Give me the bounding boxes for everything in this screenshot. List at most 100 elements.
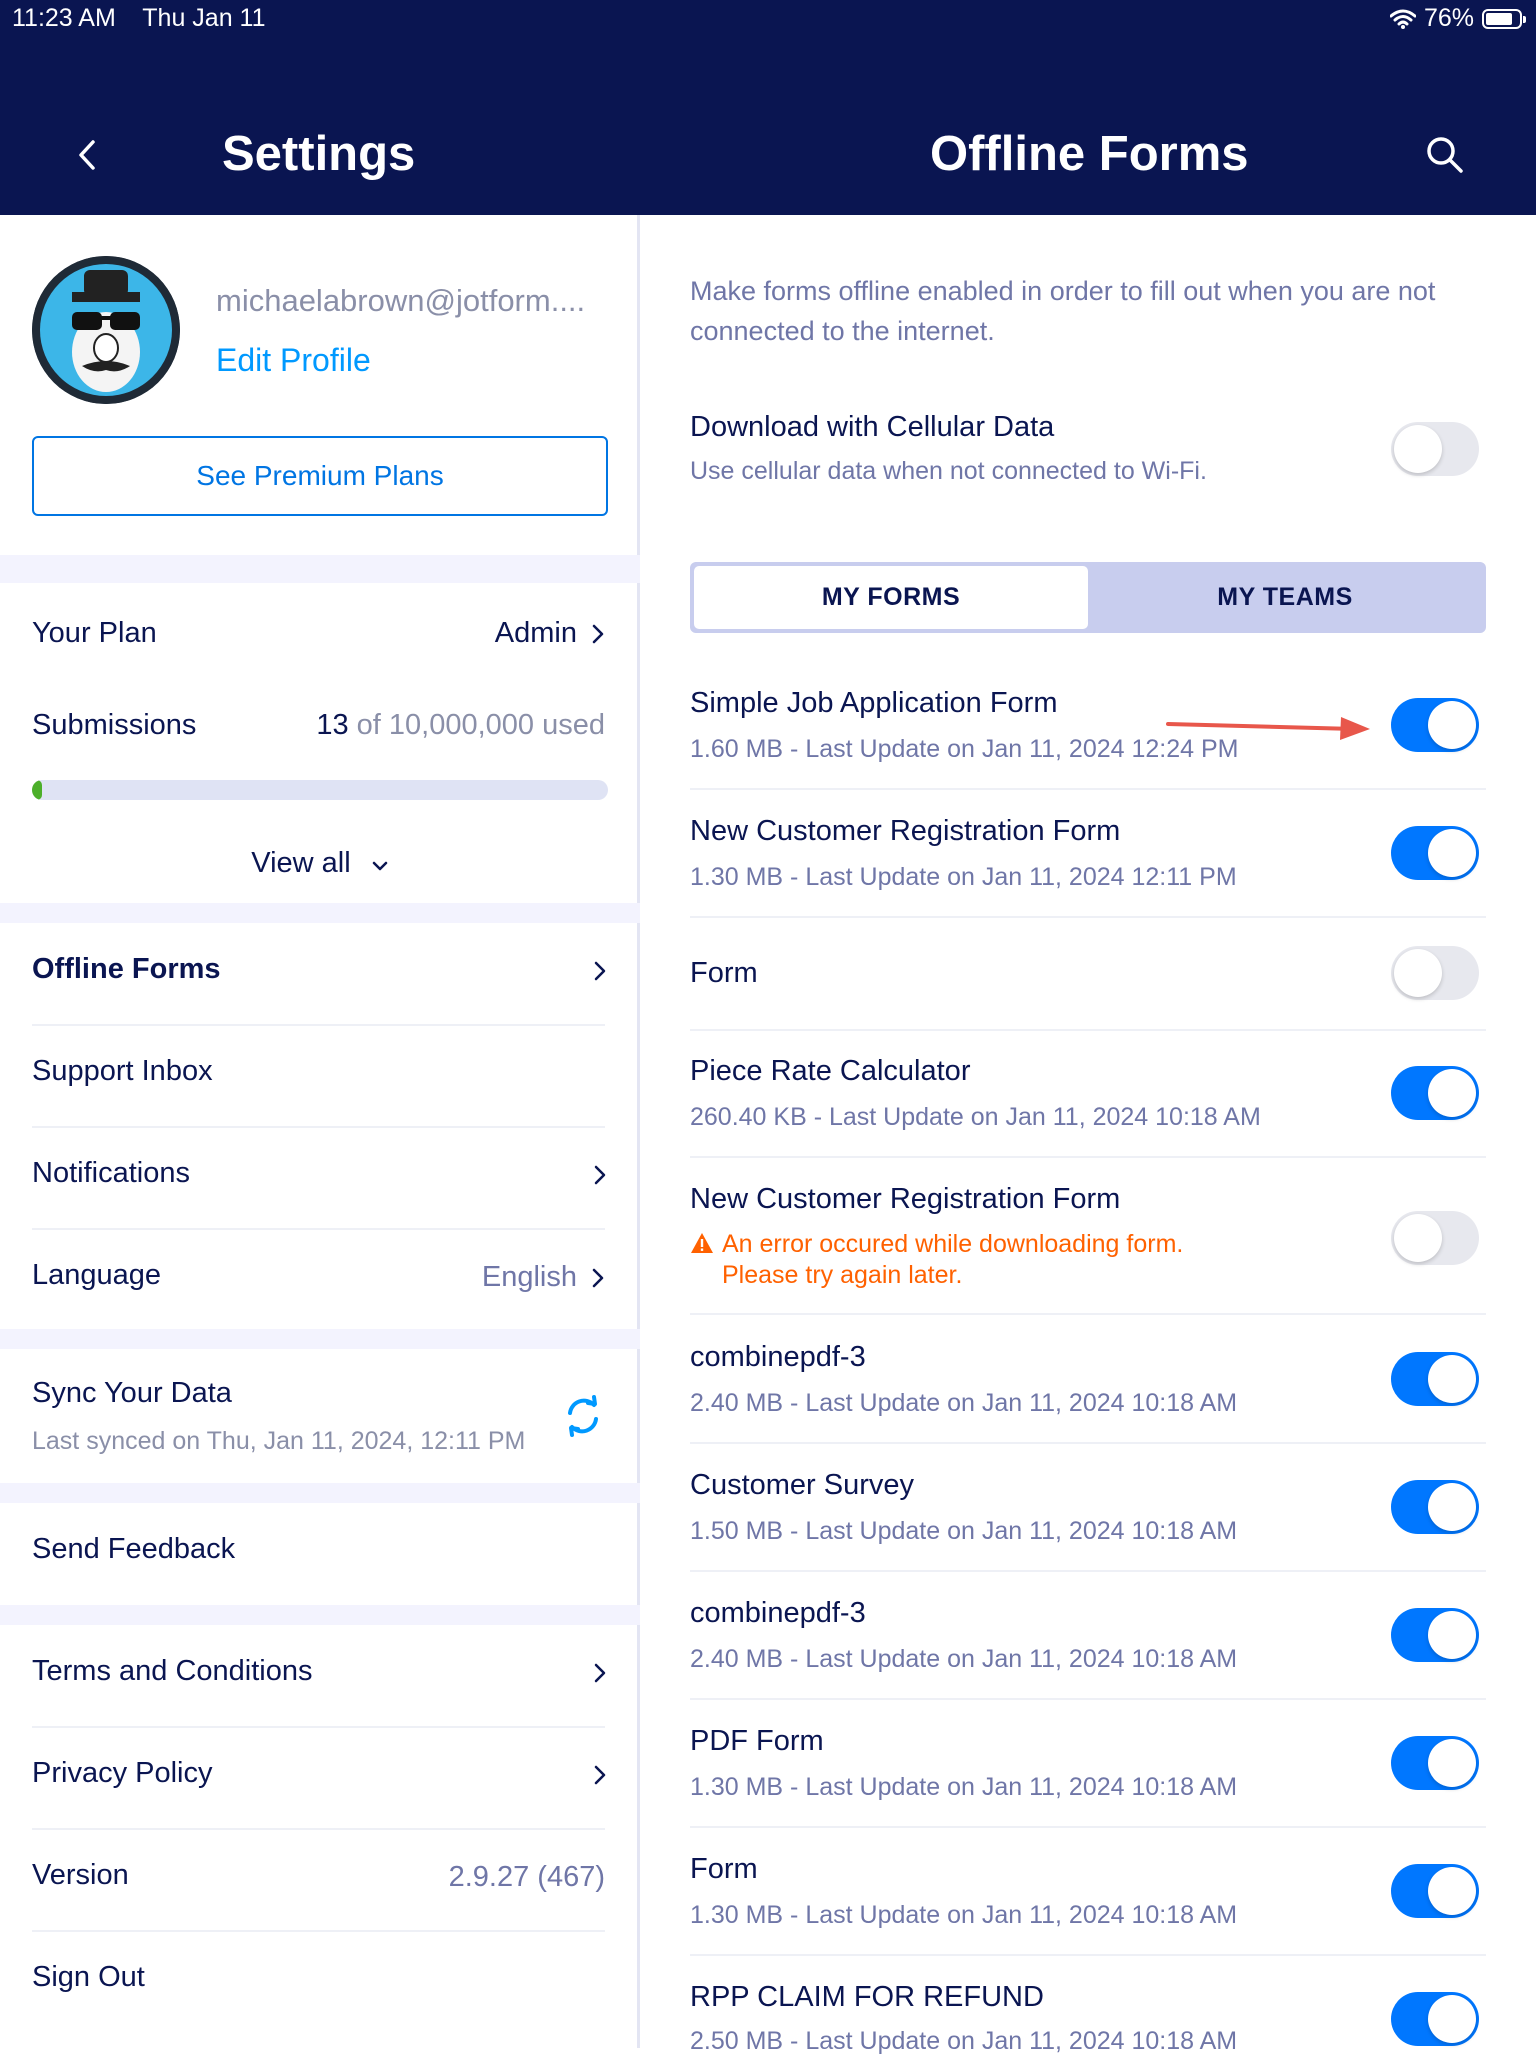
battery-level bbox=[1486, 12, 1512, 25]
chevron-left-icon bbox=[79, 140, 95, 170]
form-meta: 2.40 MB - Last Update on Jan 11, 2024 10… bbox=[690, 1389, 1238, 1417]
section-separator bbox=[0, 1329, 640, 1349]
divider bbox=[690, 1698, 1486, 1700]
status-date: Thu Jan 11 bbox=[142, 4, 266, 32]
menu-privacy-policy[interactable]: Privacy Policy bbox=[32, 1757, 213, 1790]
form-offline-toggle[interactable] bbox=[1391, 1736, 1479, 1790]
divider bbox=[690, 1156, 1486, 1158]
view-all-label: View all bbox=[251, 847, 351, 879]
divider bbox=[32, 1126, 605, 1128]
battery-percent: 76% bbox=[1423, 4, 1474, 32]
your-plan-row[interactable]: Admin bbox=[495, 617, 605, 650]
menu-notifications[interactable]: Notifications bbox=[32, 1157, 190, 1190]
form-title: New Customer Registration Form bbox=[690, 1183, 1121, 1215]
menu-language[interactable]: Language bbox=[32, 1259, 161, 1292]
chevron-right-icon bbox=[592, 1268, 604, 1287]
form-title: combinepdf-3 bbox=[690, 1597, 866, 1629]
form-title: Form bbox=[690, 957, 758, 989]
form-offline-toggle[interactable] bbox=[1391, 826, 1479, 880]
form-error-line2: Please try again later. bbox=[722, 1261, 963, 1289]
menu-support-inbox[interactable]: Support Inbox bbox=[32, 1055, 213, 1088]
divider bbox=[690, 1954, 1486, 1956]
divider bbox=[32, 1930, 605, 1932]
profile-email: michaelabrown@jotform.... bbox=[216, 283, 586, 318]
form-meta: 1.60 MB - Last Update on Jan 11, 2024 12… bbox=[690, 735, 1239, 763]
divider bbox=[690, 1570, 1486, 1572]
sign-out-button[interactable]: Sign Out bbox=[32, 1961, 145, 1994]
top-bar: 11:23 AM Thu Jan 11 76% Settings Offline… bbox=[0, 0, 1536, 215]
menu-send-feedback[interactable]: Send Feedback bbox=[32, 1533, 235, 1566]
status-bar-right: 76% bbox=[1389, 4, 1526, 33]
form-title: Piece Rate Calculator bbox=[690, 1055, 971, 1087]
chevron-right-icon bbox=[592, 624, 604, 643]
submissions-count: 13 of 10,000,000 used bbox=[316, 709, 605, 742]
form-error-line1: An error occured while downloading form. bbox=[722, 1230, 1184, 1258]
settings-panel: michaelabrown@jotform.... Edit Profile S… bbox=[0, 215, 640, 2048]
form-offline-toggle[interactable] bbox=[1391, 946, 1479, 1000]
form-offline-toggle[interactable] bbox=[1391, 1352, 1479, 1406]
form-title: New Customer Registration Form bbox=[690, 815, 1121, 847]
form-meta: 1.50 MB - Last Update on Jan 11, 2024 10… bbox=[690, 1517, 1238, 1545]
tab-my-forms[interactable]: MY FORMS bbox=[694, 566, 1088, 629]
form-meta: 1.30 MB - Last Update on Jan 11, 2024 12… bbox=[690, 863, 1237, 891]
form-title: Simple Job Application Form bbox=[690, 687, 1058, 719]
section-separator bbox=[0, 903, 640, 923]
sync-icon[interactable] bbox=[558, 1391, 608, 1441]
language-value: English bbox=[481, 1261, 577, 1293]
divider bbox=[690, 1029, 1486, 1031]
offline-forms-panel: Make forms offline enabled in order to f… bbox=[643, 215, 1536, 2055]
divider bbox=[32, 1024, 605, 1026]
form-offline-toggle[interactable] bbox=[1391, 1066, 1479, 1120]
offline-intro-text: Make forms offline enabled in order to f… bbox=[690, 276, 1436, 346]
form-meta: 1.30 MB - Last Update on Jan 11, 2024 10… bbox=[690, 1901, 1238, 1929]
form-offline-toggle[interactable] bbox=[1391, 1864, 1479, 1918]
form-meta: 2.40 MB - Last Update on Jan 11, 2024 10… bbox=[690, 1645, 1238, 1673]
cellular-subtitle: Use cellular data when not connected to … bbox=[690, 457, 1207, 485]
cellular-title: Download with Cellular Data bbox=[690, 411, 1055, 443]
back-button[interactable] bbox=[62, 130, 112, 180]
section-separator bbox=[0, 1605, 640, 1625]
sync-subtitle: Last synced on Thu, Jan 11, 2024, 12:11 … bbox=[32, 1427, 526, 1455]
language-value-row[interactable]: English bbox=[482, 1261, 605, 1294]
divider bbox=[690, 788, 1486, 790]
see-premium-plans-button[interactable]: See Premium Plans bbox=[32, 436, 608, 516]
chevron-right-icon bbox=[594, 1165, 606, 1185]
offline-forms-title: Offline Forms bbox=[930, 127, 1249, 181]
submissions-progress-bar bbox=[32, 780, 608, 800]
section-separator bbox=[0, 1483, 640, 1503]
form-title: Customer Survey bbox=[690, 1469, 915, 1501]
chevron-right-icon bbox=[594, 1663, 606, 1683]
form-error: An error occured while downloading form.… bbox=[690, 1230, 1183, 1290]
submissions-label: Submissions bbox=[32, 709, 197, 741]
menu-terms[interactable]: Terms and Conditions bbox=[32, 1655, 312, 1688]
form-offline-toggle[interactable] bbox=[1391, 1480, 1479, 1534]
submissions-used: 13 bbox=[316, 709, 349, 741]
edit-profile-link[interactable]: Edit Profile bbox=[216, 342, 371, 379]
search-button[interactable] bbox=[1420, 130, 1470, 180]
menu-offline-forms[interactable]: Offline Forms bbox=[32, 953, 221, 986]
divider bbox=[690, 1442, 1486, 1444]
divider bbox=[690, 916, 1486, 918]
view-all-button[interactable]: View all bbox=[0, 847, 640, 880]
settings-title: Settings bbox=[222, 127, 416, 181]
divider bbox=[32, 1828, 605, 1830]
form-offline-toggle[interactable] bbox=[1391, 1992, 1479, 2046]
version-value: 2.9.27 (467) bbox=[448, 1861, 605, 1893]
status-time: 11:23 AM bbox=[12, 4, 116, 32]
cellular-toggle[interactable] bbox=[1391, 422, 1479, 476]
submissions-total: of 10,000,000 used bbox=[356, 709, 605, 741]
chevron-down-icon bbox=[372, 861, 387, 871]
tab-my-teams[interactable]: MY TEAMS bbox=[1088, 566, 1482, 629]
divider bbox=[32, 1228, 605, 1230]
divider bbox=[690, 1826, 1486, 1828]
version-label: Version bbox=[32, 1859, 129, 1891]
search-icon bbox=[1427, 137, 1463, 173]
form-offline-toggle[interactable] bbox=[1391, 1608, 1479, 1662]
form-title: Form bbox=[690, 1853, 758, 1885]
form-offline-toggle[interactable] bbox=[1391, 1211, 1479, 1265]
forms-tab-switcher: MY FORMS MY TEAMS bbox=[690, 562, 1486, 633]
form-title: combinepdf-3 bbox=[690, 1341, 866, 1373]
form-offline-toggle[interactable] bbox=[1391, 698, 1479, 752]
form-meta: 260.40 KB - Last Update on Jan 11, 2024 … bbox=[690, 1103, 1261, 1131]
avatar[interactable] bbox=[32, 256, 180, 404]
